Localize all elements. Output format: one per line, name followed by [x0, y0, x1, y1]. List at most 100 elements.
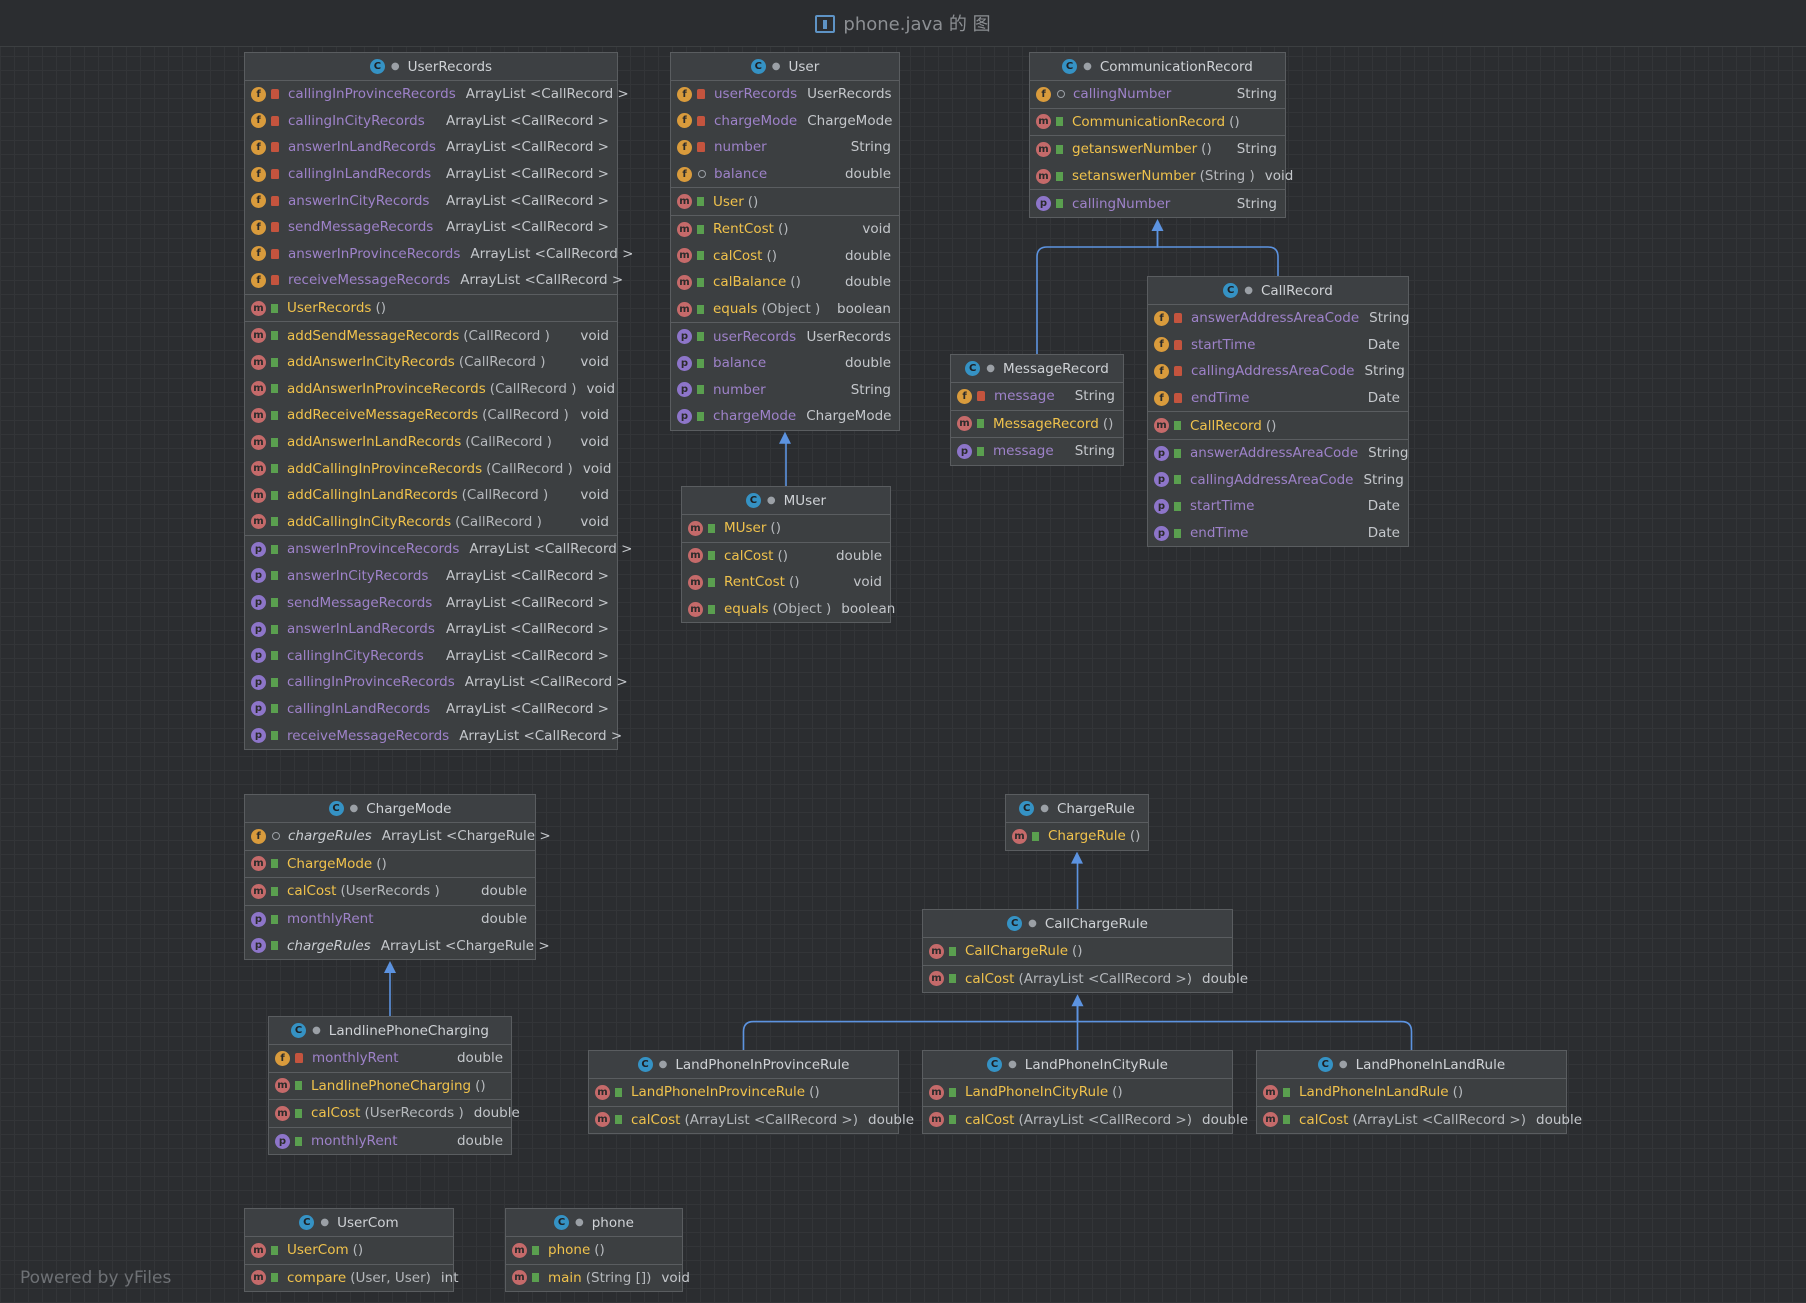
class-node-landphoneinlandrule[interactable]: C ● LandPhoneInLandRule m LandPhoneInLandRul… [1256, 1050, 1582, 1135]
property-row[interactable]: p monthlyRent double [269, 1128, 511, 1155]
property-row[interactable]: p answerInProvinceRecords ArrayList <CallR… [245, 536, 632, 563]
field-row[interactable]: f message String [951, 383, 1123, 410]
class-header[interactable]: C ● User [671, 53, 899, 81]
class-header[interactable]: C ● CallRecord [1148, 277, 1408, 305]
class-node-landlinephonecharging[interactable]: C ● LandlinePhoneCharging f monthlyRent doubl… [268, 1016, 520, 1156]
property-row[interactable]: p receiveMessageRecords ArrayList <CallRec… [245, 722, 622, 749]
property-row[interactable]: p startTime Date [1148, 493, 1408, 520]
class-header[interactable]: C ● LandPhoneInLandRule [1257, 1051, 1566, 1079]
property-row[interactable]: p balance double [671, 350, 899, 377]
property-row[interactable]: p answerInLandRecords ArrayList <CallRecor… [245, 616, 617, 643]
class-node-callchargerule[interactable]: C ● CallChargeRule m CallChargeRule() m calCos… [922, 909, 1248, 994]
method-row[interactable]: m CommunicationRecord() [1030, 109, 1285, 136]
method-row[interactable]: m calBalance() double [671, 269, 899, 296]
property-row[interactable]: p answerInCityRecords ArrayList <CallRecor… [245, 563, 617, 590]
class-node-muser[interactable]: C ● MUser m MUser() m calCost() double m RentCost… [681, 486, 895, 624]
field-row[interactable]: f endTime Date [1148, 385, 1408, 412]
class-header[interactable]: C ● ChargeRule [1006, 795, 1148, 823]
method-row[interactable]: m calCost() double [682, 543, 890, 570]
method-row[interactable]: m compare (User, User) int [245, 1265, 459, 1292]
method-row[interactable]: m getanswerNumber() String [1030, 136, 1285, 163]
property-row[interactable]: p callingInCityRecords ArrayList <CallReco… [245, 642, 617, 669]
method-row[interactable]: m RentCost() void [682, 569, 890, 596]
method-row[interactable]: m phone() [506, 1237, 682, 1264]
field-row[interactable]: f balance double [671, 161, 899, 188]
class-header[interactable]: C ● phone [506, 1209, 682, 1237]
property-row[interactable]: p callingAddressAreaCode String [1148, 467, 1408, 494]
property-row[interactable]: p monthlyRent double [245, 906, 535, 933]
method-row[interactable]: m addAnswerInLandRecords (CallRecord ) void [245, 429, 617, 456]
field-row[interactable]: f answerInLandRecords ArrayList <CallRecor… [245, 134, 617, 161]
class-node-user[interactable]: C ● User f userRecords UserRecords f chargeMode… [670, 52, 900, 431]
method-row[interactable]: m addCallingInProvinceRecords (CallRecord … [245, 455, 617, 482]
field-row[interactable]: f callingInCityRecords ArrayList <CallReco… [245, 108, 617, 135]
field-row[interactable]: f sendMessageRecords ArrayList <CallRecord… [245, 214, 617, 241]
field-row[interactable]: f answerAddressAreaCode String [1148, 305, 1409, 332]
method-row[interactable]: m CallRecord() [1148, 412, 1408, 439]
method-row[interactable]: m calCost (ArrayList <CallRecord >) double [1257, 1107, 1582, 1134]
method-row[interactable]: m calCost (UserRecords ) double [245, 878, 535, 905]
field-row[interactable]: f callingInProvinceRecords ArrayList <Call… [245, 81, 629, 108]
method-row[interactable]: m addReceiveMessageRecords (CallRecord ) vo… [245, 402, 617, 429]
class-node-callrecord[interactable]: C ● CallRecord f answerAddressAreaCode String… [1147, 276, 1409, 548]
field-row[interactable]: f userRecords UserRecords [671, 81, 899, 108]
method-row[interactable]: m addAnswerInProvinceRecords (CallRecord )… [245, 376, 617, 403]
method-row[interactable]: m calCost (UserRecords ) double [269, 1100, 520, 1127]
method-row[interactable]: m calCost (ArrayList <CallRecord >) double [923, 1107, 1248, 1134]
method-row[interactable]: m CallChargeRule() [923, 938, 1232, 965]
method-row[interactable]: m ChargeMode() [245, 851, 535, 878]
method-row[interactable]: m LandlinePhoneCharging() [269, 1073, 511, 1100]
class-header[interactable]: C ● LandlinePhoneCharging [269, 1017, 511, 1045]
method-row[interactable]: m main (String []) void [506, 1265, 690, 1292]
method-row[interactable]: m calCost (ArrayList <CallRecord >) double [589, 1107, 914, 1134]
class-node-chargemode[interactable]: C ● ChargeMode f chargeRules ArrayList <Charg… [244, 794, 551, 960]
field-row[interactable]: f monthlyRent double [269, 1045, 511, 1072]
method-row[interactable]: m addSendMessageRecords (CallRecord ) void [245, 322, 617, 349]
method-row[interactable]: m equals (Object ) boolean [682, 596, 895, 623]
property-row[interactable]: p endTime Date [1148, 520, 1408, 547]
method-row[interactable]: m ChargeRule() [1006, 823, 1148, 850]
method-row[interactable]: m calCost (ArrayList <CallRecord >) double [923, 966, 1248, 993]
field-row[interactable]: f chargeMode ChargeMode [671, 108, 899, 135]
method-row[interactable]: m LandPhoneInLandRule() [1257, 1079, 1566, 1106]
property-row[interactable]: p callingInProvinceRecords ArrayList <Call… [245, 669, 628, 696]
class-header[interactable]: C ● CallChargeRule [923, 910, 1232, 938]
property-row[interactable]: p number String [671, 377, 899, 404]
class-header[interactable]: C ● LandPhoneInCityRule [923, 1051, 1232, 1079]
method-row[interactable]: m equals (Object ) boolean [671, 296, 899, 323]
class-header[interactable]: C ● UserRecords [245, 53, 617, 81]
method-row[interactable]: m UserRecords() [245, 295, 617, 322]
method-row[interactable]: m addAnswerInCityRecords (CallRecord ) void [245, 349, 617, 376]
field-row[interactable]: f callingAddressAreaCode String [1148, 358, 1408, 385]
method-row[interactable]: m MUser() [682, 515, 890, 542]
property-row[interactable]: p chargeRules ArrayList <ChargeRule > [245, 932, 550, 959]
method-row[interactable]: m RentCost() void [671, 216, 899, 243]
class-node-messagerecord[interactable]: C ● MessageRecord f message String m MessageRec… [950, 354, 1124, 466]
field-row[interactable]: f callingInLandRecords ArrayList <CallReco… [245, 161, 617, 188]
class-node-userrecords[interactable]: C ● UserRecords f callingInProvinceRecords Ar… [244, 52, 633, 750]
property-row[interactable]: p callingNumber String [1030, 190, 1285, 217]
class-node-landphoneincityrule[interactable]: C ● LandPhoneInCityRule m LandPhoneInCityRul… [922, 1050, 1248, 1135]
property-row[interactable]: p sendMessageRecords ArrayList <CallRecord… [245, 589, 617, 616]
method-row[interactable]: m addCallingInLandRecords (CallRecord ) voi… [245, 482, 617, 509]
method-row[interactable]: m LandPhoneInProvinceRule() [589, 1079, 898, 1106]
class-header[interactable]: C ● ChargeMode [245, 795, 535, 823]
class-header[interactable]: C ● MessageRecord [951, 355, 1123, 383]
property-row[interactable]: p callingInLandRecords ArrayList <CallReco… [245, 696, 617, 723]
class-header[interactable]: C ● CommunicationRecord [1030, 53, 1285, 81]
class-node-communicationrecord[interactable]: C ● CommunicationRecord f callingNumber Strin… [1029, 52, 1293, 218]
method-row[interactable]: m UserCom() [245, 1237, 453, 1264]
class-node-chargerule[interactable]: C ● ChargeRule m ChargeRule() [1005, 794, 1149, 851]
method-row[interactable]: m setanswerNumber (String ) void [1030, 163, 1293, 190]
class-node-usercom[interactable]: C ● UserCom m UserCom() m compare (User, User) i… [244, 1208, 459, 1293]
method-row[interactable]: m addCallingInCityRecords (CallRecord ) voi… [245, 509, 617, 536]
field-row[interactable]: f chargeRules ArrayList <ChargeRule > [245, 823, 551, 850]
class-node-phone[interactable]: C ● phone m phone() m main (String []) void [505, 1208, 690, 1293]
field-row[interactable]: f number String [671, 134, 899, 161]
class-header[interactable]: C ● LandPhoneInProvinceRule [589, 1051, 898, 1079]
field-row[interactable]: f startTime Date [1148, 332, 1408, 359]
method-row[interactable]: m calCost() double [671, 243, 899, 270]
property-row[interactable]: p userRecords UserRecords [671, 323, 899, 350]
class-header[interactable]: C ● UserCom [245, 1209, 453, 1237]
method-row[interactable]: m MessageRecord() [951, 411, 1123, 438]
